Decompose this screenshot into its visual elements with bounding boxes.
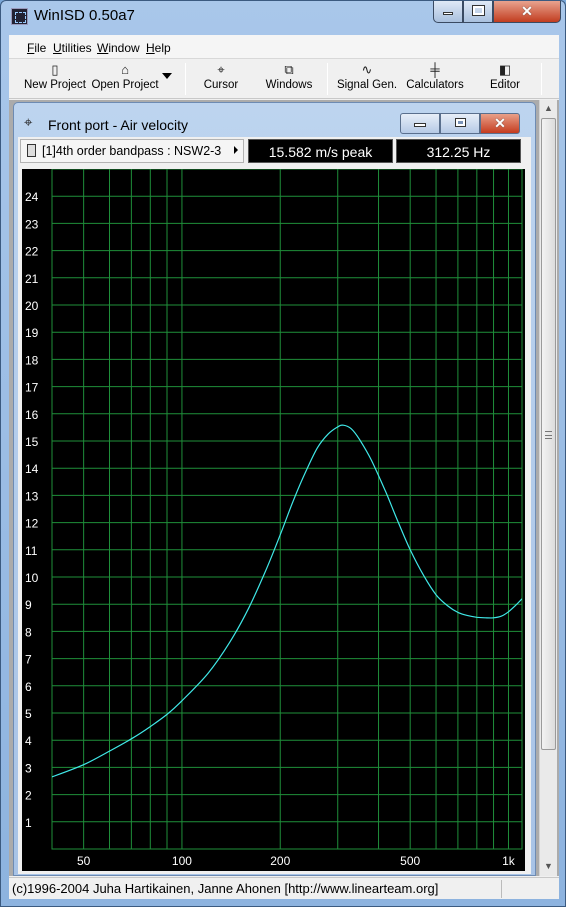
toolbar: ▯ New Project ⌂ Open Project ⌖ Cursor ⧉ …	[9, 59, 559, 99]
y-tick-label: 9	[25, 598, 32, 612]
menu-window[interactable]: Window	[97, 41, 140, 55]
calculators-button[interactable]: ╪ Calculators	[405, 61, 465, 97]
y-tick-label: 1	[25, 816, 32, 830]
signal-gen-button[interactable]: ∿ Signal Gen.	[335, 61, 399, 97]
grip-icon	[545, 431, 552, 439]
folder-icon: ⌂	[121, 62, 129, 77]
menu-file[interactable]: File	[27, 41, 46, 55]
child-client-area: [1]4th order bandpass : NSW2-3 15.582 m/…	[18, 137, 531, 874]
y-tick-label: 2	[25, 789, 32, 803]
y-tick-label: 19	[25, 326, 39, 340]
mdi-workspace: ⌖ Front port - Air velocity ✕ [1]4th ord…	[9, 100, 559, 876]
close-icon: ✕	[494, 115, 506, 131]
toolbar-separator	[541, 63, 542, 95]
x-tick-label: 100	[172, 854, 192, 868]
cursor-button[interactable]: ⌖ Cursor	[197, 61, 245, 97]
menu-help[interactable]: Help	[146, 41, 171, 55]
child-minimize-button[interactable]	[400, 113, 440, 134]
app-window: WinISD 0.50a7 ✕ File Utilities Window He…	[0, 0, 566, 907]
minimize-icon	[414, 123, 426, 127]
y-tick-label: 22	[25, 245, 39, 259]
menu-bar: File Utilities Window Help	[9, 35, 559, 59]
minimize-icon	[443, 12, 453, 15]
y-tick-label: 6	[25, 680, 32, 694]
y-tick-label: 8	[25, 625, 32, 639]
speaker-icon: ◧	[498, 62, 512, 77]
restore-icon	[454, 118, 466, 127]
y-tick-label: 3	[25, 761, 32, 775]
x-tick-label: 1k	[502, 854, 516, 868]
x-tick-label: 200	[270, 854, 290, 868]
minimize-button[interactable]	[433, 1, 463, 23]
child-window-title: Front port - Air velocity	[48, 117, 189, 133]
document-icon: ▯	[51, 62, 59, 77]
new-project-button[interactable]: ▯ New Project	[23, 61, 87, 97]
y-tick-label: 15	[25, 435, 39, 449]
y-tick-label: 7	[25, 653, 32, 667]
title-bar[interactable]: WinISD 0.50a7 ✕	[1, 1, 565, 33]
y-tick-label: 18	[25, 353, 39, 367]
close-icon: ✕	[521, 3, 533, 19]
maximize-button[interactable]	[463, 1, 493, 23]
project-arrow-icon[interactable]	[234, 146, 238, 154]
frequency-readout: 312.25 Hz	[396, 139, 521, 163]
y-tick-label: 21	[25, 272, 39, 286]
app-icon	[11, 8, 28, 25]
child-close-button[interactable]: ✕	[480, 113, 520, 134]
toolbar-separator	[327, 63, 328, 95]
y-tick-label: 4	[25, 734, 32, 748]
plot-canvas: 1234567891011121314151617181920212223245…	[25, 169, 523, 868]
plot-border	[51, 169, 523, 850]
y-tick-label: 13	[25, 489, 39, 503]
y-tick-label: 17	[25, 381, 39, 395]
y-tick-label: 23	[25, 217, 39, 231]
sine-wave-icon: ∿	[361, 62, 373, 77]
scroll-up-icon[interactable]: ▲	[540, 100, 557, 117]
menu-utilities[interactable]: Utilities	[53, 41, 92, 55]
y-tick-label: 14	[25, 462, 39, 476]
status-text: (c)1996-2004 Juha Hartikainen, Janne Aho…	[12, 881, 439, 896]
open-project-button[interactable]: ⌂ Open Project	[91, 61, 159, 97]
project-selector[interactable]: [1]4th order bandpass : NSW2-3	[20, 139, 244, 163]
y-tick-label: 11	[25, 544, 38, 558]
y-tick-label: 12	[25, 517, 39, 531]
x-tick-label: 50	[77, 854, 91, 868]
editor-button[interactable]: ◧ Editor	[485, 61, 525, 97]
status-panel	[501, 880, 557, 898]
crosshair-icon: ⌖	[24, 114, 33, 131]
project-icon	[27, 144, 36, 157]
calculator-icon: ╪	[430, 62, 440, 77]
toolbar-separator	[185, 63, 186, 95]
close-button[interactable]: ✕	[493, 1, 561, 23]
windows-button[interactable]: ⧉ Windows	[261, 61, 317, 97]
scroll-thumb[interactable]	[541, 118, 556, 750]
child-restore-button[interactable]	[440, 113, 480, 134]
crosshair-icon: ⌖	[217, 62, 225, 77]
app-client-area: File Utilities Window Help ▯ New Project…	[9, 35, 559, 899]
maximize-icon	[471, 5, 485, 16]
x-tick-label: 500	[400, 854, 420, 868]
vertical-scrollbar[interactable]: ▲ ▼	[539, 100, 557, 876]
y-tick-label: 24	[25, 190, 39, 204]
y-tick-label: 10	[25, 571, 39, 585]
app-title: WinISD 0.50a7	[34, 7, 135, 24]
y-tick-label: 5	[25, 707, 32, 721]
scroll-down-icon[interactable]: ▼	[540, 858, 557, 875]
y-tick-label: 20	[25, 299, 39, 313]
air-velocity-plot[interactable]: 1 2 3 4 5 6 7 8 9 10 11 12 13 14 15 16 17 18 19 20 21 22 23 24 5…	[22, 169, 525, 871]
windows-icon: ⧉	[284, 62, 294, 77]
peak-readout: 15.582 m/s peak	[248, 139, 393, 163]
open-project-dropdown-icon[interactable]	[162, 73, 172, 79]
status-bar: (c)1996-2004 Juha Hartikainen, Janne Aho…	[9, 877, 559, 899]
air-velocity-window: ⌖ Front port - Air velocity ✕ [1]4th ord…	[13, 102, 536, 876]
y-tick-label: 16	[25, 408, 39, 422]
air-velocity-curve	[52, 424, 522, 778]
